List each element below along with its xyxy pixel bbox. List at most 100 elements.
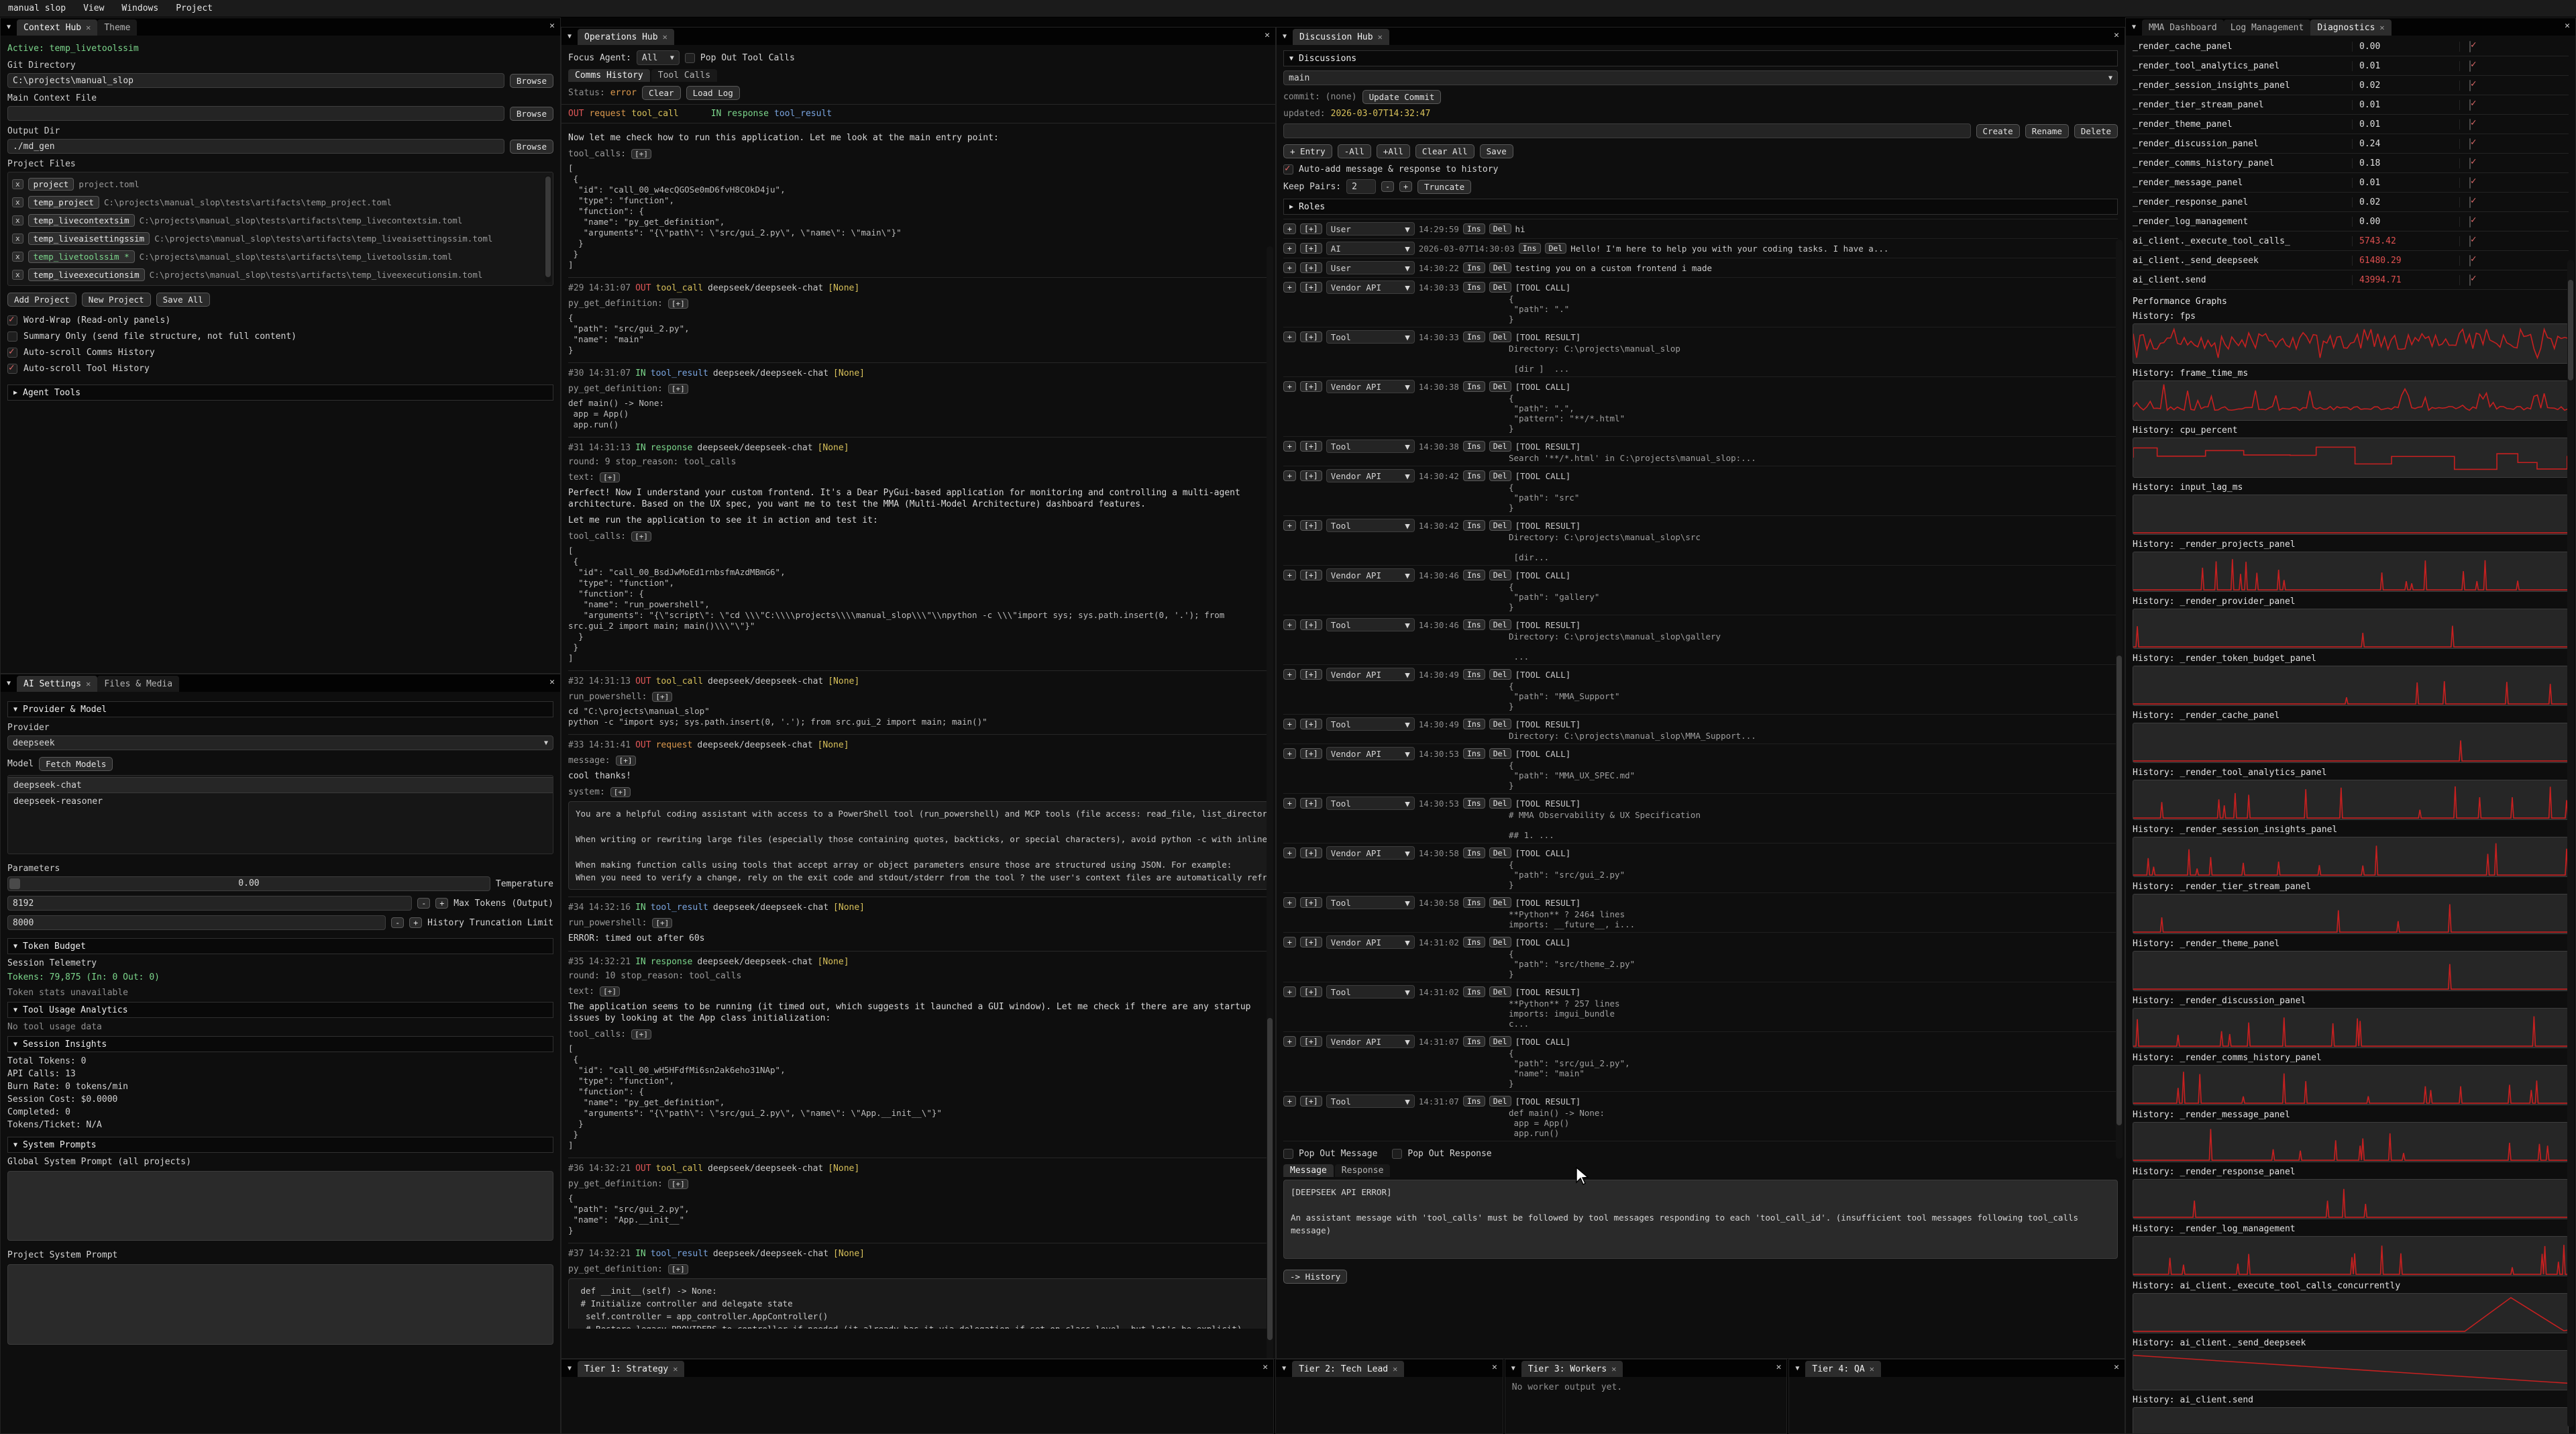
agent-tools-header[interactable]: ▶ Agent Tools [7, 385, 553, 401]
output-browse-button[interactable]: Browse [510, 140, 553, 154]
popout-response-checkbox[interactable] [1392, 1149, 1402, 1159]
file-row[interactable]: xtemp_liveaisettingssimC:\projects\manua… [12, 229, 549, 248]
add-entry-button[interactable]: + [1283, 897, 1296, 908]
tab-tier-4[interactable]: Tier 4: QA✕ [1805, 1361, 1881, 1377]
role-select[interactable]: AI▼ [1326, 242, 1415, 255]
expand-entry-button[interactable]: [+] [1300, 669, 1322, 680]
add-entry-button[interactable]: + [1283, 470, 1296, 481]
role-select[interactable]: Vendor API▼ [1326, 568, 1415, 582]
expand-entry-button[interactable]: [+] [1300, 1096, 1322, 1107]
insert-button[interactable]: Ins [1463, 1096, 1485, 1107]
remove-file-button[interactable]: x [12, 197, 23, 207]
tab-discussion-hub[interactable]: Discussion Hub✕ [1293, 29, 1389, 45]
insert-button[interactable]: Ins [1463, 748, 1485, 759]
file-tag-button[interactable]: project [28, 178, 74, 191]
output-dir-input[interactable]: ./md_gen [7, 139, 504, 154]
tab-close-icon[interactable]: ✕ [86, 23, 91, 32]
expand-entry-button[interactable]: [+] [1300, 331, 1322, 342]
role-select[interactable]: Tool▼ [1326, 440, 1415, 453]
role-select[interactable]: Vendor API▼ [1326, 935, 1415, 949]
save-button[interactable]: Save [1480, 144, 1513, 158]
add-entry-button[interactable]: + [1283, 719, 1296, 729]
expand-entry-button[interactable]: [+] [1300, 848, 1322, 858]
expand-entry-button[interactable]: [+] [1300, 798, 1322, 809]
tab-diagnostics[interactable]: Diagnostics✕ [2310, 19, 2391, 36]
close-icon[interactable]: ✕ [2114, 1362, 2119, 1372]
remove-file-button[interactable]: x [12, 234, 23, 244]
delete-button[interactable]: Del [1489, 986, 1511, 997]
popout-message-checkbox[interactable] [1283, 1149, 1293, 1159]
expand-button[interactable]: [+] [610, 787, 631, 797]
add-entry-button[interactable]: + [1283, 223, 1296, 234]
delete-button[interactable]: Del [1489, 848, 1511, 858]
add-entry-button[interactable]: + [1283, 243, 1296, 254]
file-tag-button[interactable]: temp_livecontextsim [28, 214, 135, 227]
add-entry-button[interactable]: + [1283, 1036, 1296, 1047]
insert-button[interactable]: Ins [1463, 669, 1485, 680]
timing-checkbox[interactable] [2469, 255, 2471, 266]
file-tag-button[interactable]: temp_liveaisettingssim [28, 232, 150, 245]
expand-entry-button[interactable]: [+] [1300, 1036, 1322, 1047]
tab-context-hub[interactable]: Context Hub✕ [17, 19, 97, 36]
minus-button[interactable]: - [417, 898, 430, 909]
subtab-comms-history[interactable]: Comms History [568, 69, 650, 82]
minus-button[interactable]: - [391, 917, 404, 928]
expand-entry-button[interactable]: [+] [1300, 937, 1322, 948]
expand-button[interactable]: [+] [652, 918, 672, 928]
delete-button[interactable]: Del [1489, 331, 1511, 342]
panel-menu-icon[interactable]: ▼ [1505, 1360, 1521, 1377]
panel-menu-icon[interactable]: ▼ [1, 674, 17, 692]
truncate-button[interactable]: Truncate [1417, 180, 1471, 194]
git-browse-button[interactable]: Browse [510, 74, 553, 88]
provider-model-header[interactable]: ▼ Provider & Model [7, 701, 553, 717]
tab-tier-2[interactable]: Tier 2: Tech Lead✕ [1292, 1361, 1404, 1377]
insert-button[interactable]: Ins [1463, 986, 1485, 997]
tab-close-icon[interactable]: ✕ [663, 32, 667, 42]
autoadd-checkbox[interactable] [1283, 164, 1293, 174]
file-tag-button[interactable]: temp_livetoolssim * [28, 250, 135, 263]
expand-entry-button[interactable]: [+] [1300, 719, 1322, 729]
project-prompt-textarea[interactable] [7, 1264, 553, 1345]
role-select[interactable]: Tool▼ [1326, 797, 1415, 810]
-entry-button[interactable]: + Entry [1283, 144, 1332, 158]
tab-close-icon[interactable]: ✕ [673, 1364, 678, 1374]
session-insights-header[interactable]: ▼ Session Insights [7, 1036, 553, 1052]
insert-button[interactable]: Ins [1463, 381, 1485, 392]
minus-button[interactable]: - [1381, 181, 1394, 192]
role-select[interactable]: Vendor API▼ [1326, 747, 1415, 760]
delete-button[interactable]: Del [1489, 937, 1511, 948]
delete-button[interactable]: Del [1489, 520, 1511, 531]
discussion-entries-list[interactable]: +[+]User▼14:29:59InsDelhi+[+]AI▼2026-03-… [1283, 219, 2118, 1143]
expand-entry-button[interactable]: [+] [1300, 223, 1322, 234]
delete-button[interactable]: Del [1489, 798, 1511, 809]
expand-button[interactable]: [+] [668, 1264, 688, 1274]
add-entry-button[interactable]: + [1283, 331, 1296, 342]
delete-button[interactable]: Del [1489, 441, 1511, 452]
scrollbar-thumb[interactable] [2116, 656, 2122, 1125]
close-icon[interactable]: ✕ [2114, 30, 2119, 40]
save-all-button[interactable]: Save All [156, 293, 210, 307]
to-history-button[interactable]: -> History [1283, 1270, 1347, 1284]
expand-entry-button[interactable]: [+] [1300, 748, 1322, 759]
close-icon[interactable]: ✕ [1263, 1362, 1268, 1372]
tab-log-management[interactable]: Log Management [2224, 19, 2311, 36]
delete-button[interactable]: Del [1545, 243, 1567, 254]
add-entry-button[interactable]: + [1283, 520, 1296, 531]
panel-menu-icon[interactable]: ▼ [1277, 28, 1293, 45]
delete-button[interactable]: Del [1489, 897, 1511, 908]
git-dir-input[interactable]: C:\projects\manual_slop [7, 73, 504, 88]
expand-button[interactable]: [+] [600, 472, 620, 482]
remove-file-button[interactable]: x [12, 215, 23, 225]
insert-button[interactable]: Ins [1463, 223, 1485, 234]
insert-button[interactable]: Ins [1463, 262, 1485, 273]
insert-button[interactable]: Ins [1463, 848, 1485, 858]
timing-checkbox[interactable] [2469, 60, 2471, 72]
timing-checkbox[interactable] [2469, 80, 2471, 91]
log-code-box[interactable]: def __init__(self) -> None: # Initialize… [568, 1278, 1269, 1329]
panel-menu-icon[interactable]: ▼ [561, 28, 578, 45]
tab-close-icon[interactable]: ✕ [1611, 1364, 1616, 1374]
role-select[interactable]: Tool▼ [1326, 618, 1415, 631]
insert-button[interactable]: Ins [1463, 619, 1485, 630]
file-tag-button[interactable]: temp_project [28, 196, 99, 209]
delete-button[interactable]: Delete [2074, 124, 2118, 138]
